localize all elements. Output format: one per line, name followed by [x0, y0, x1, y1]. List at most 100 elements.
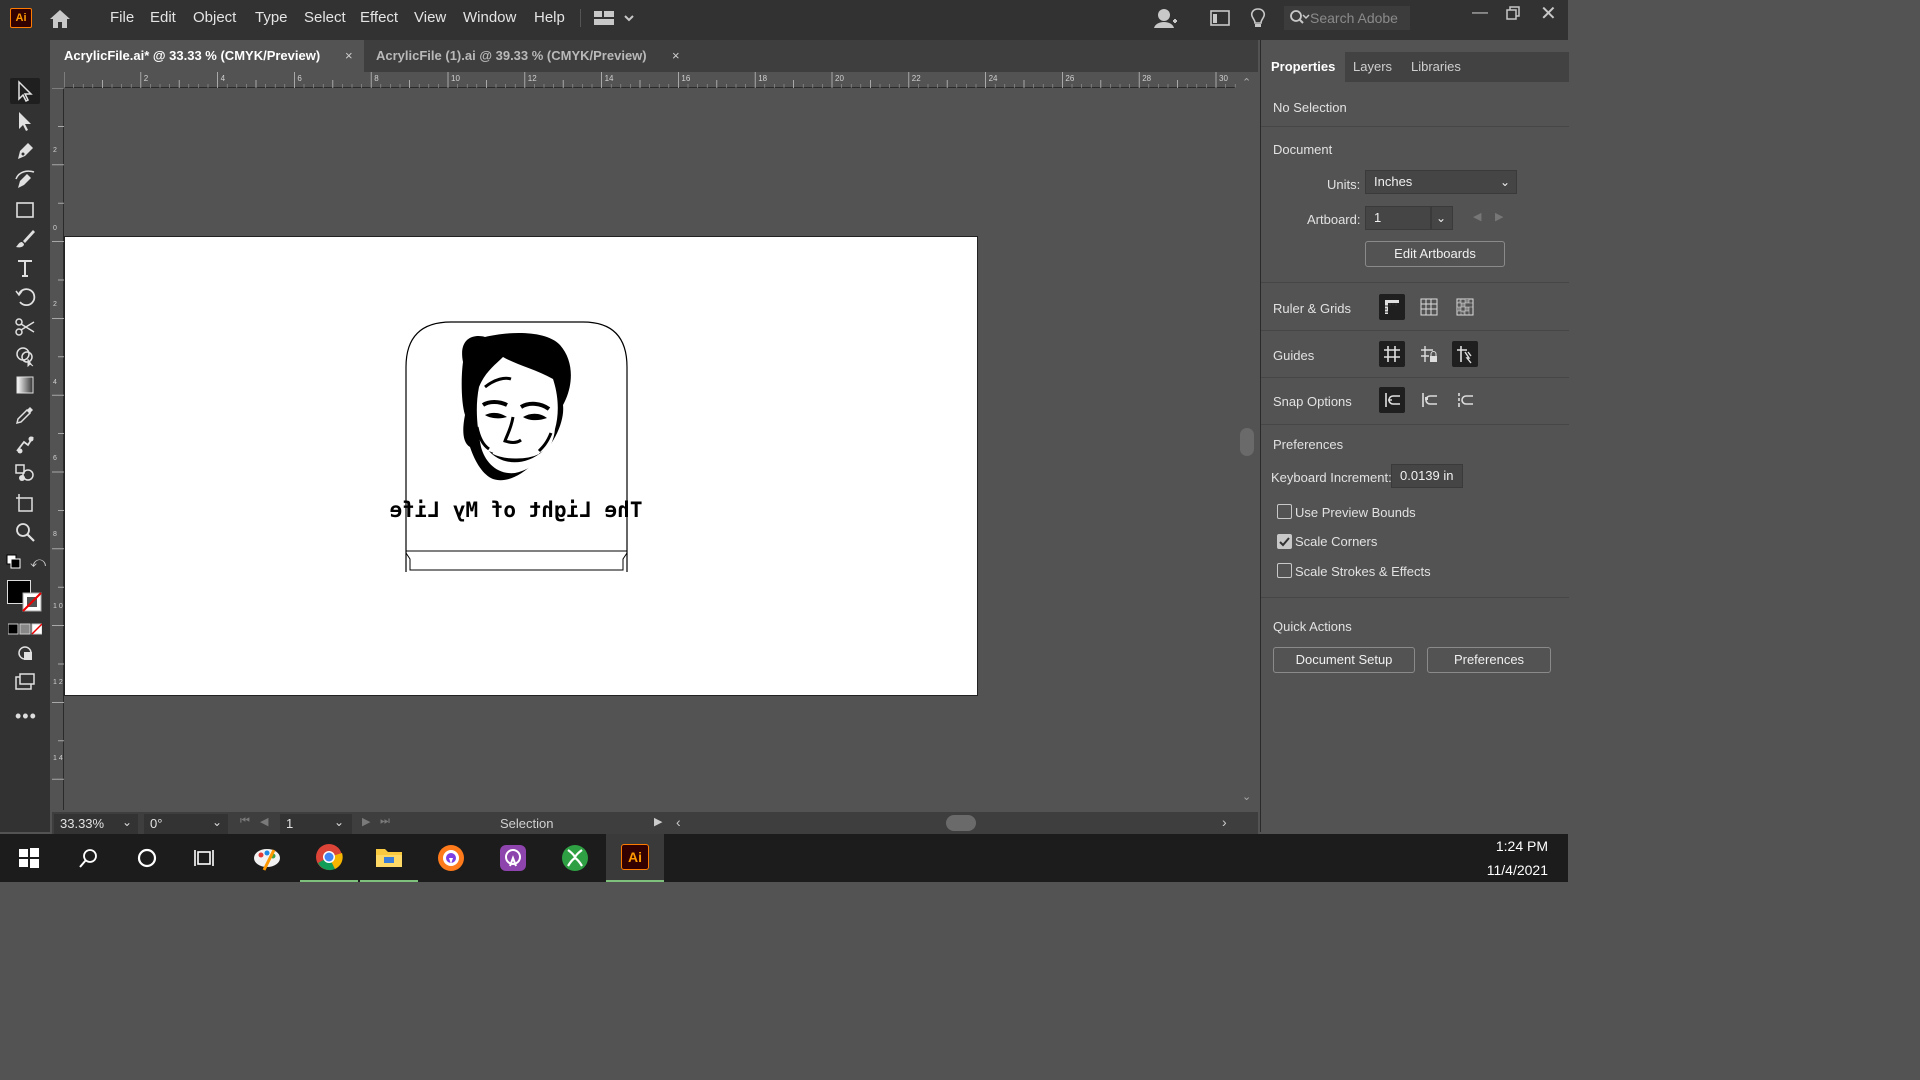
search-input[interactable]: Search Adobe He: [1284, 6, 1410, 50]
chevron-down-icon[interactable]: ⌄: [122, 815, 132, 829]
selection-tool-icon[interactable]: [10, 78, 40, 104]
artboard-field[interactable]: 1: [1365, 206, 1431, 230]
more-tools-icon[interactable]: •••: [15, 706, 37, 727]
menu-edit[interactable]: Edit: [150, 9, 176, 26]
symbol-sprayer-tool-icon[interactable]: [10, 460, 40, 486]
chevron-down-icon[interactable]: ⌄: [334, 815, 344, 829]
tab-close-icon[interactable]: ×: [672, 40, 680, 72]
paintbrush-tool-icon[interactable]: [10, 226, 40, 252]
snap-to-glyph-icon[interactable]: [1452, 387, 1478, 413]
rectangle-tool-icon[interactable]: [10, 197, 40, 223]
taskbar-time[interactable]: 1:24 PM: [1496, 838, 1548, 854]
edit-artboards-button[interactable]: Edit Artboards: [1365, 241, 1505, 267]
color-mode-icons[interactable]: [7, 622, 43, 640]
tab-close-icon[interactable]: ×: [345, 40, 353, 72]
draw-mode-icon[interactable]: [10, 640, 40, 666]
units-dropdown[interactable]: Inches ⌄: [1365, 170, 1517, 194]
tab-acrylicfile[interactable]: AcrylicFile.ai* @ 33.33 % (CMYK/Preview): [52, 40, 364, 72]
tab-layers[interactable]: Layers: [1343, 52, 1402, 82]
swap-colors-icon[interactable]: ⤺: [30, 554, 46, 571]
grid-icon[interactable]: [1416, 294, 1442, 320]
file-explorer-icon[interactable]: [360, 834, 418, 882]
arrange-documents-icon[interactable]: [1210, 10, 1230, 31]
next-artboard-icon[interactable]: ▶: [1495, 210, 1503, 223]
ruler-icon[interactable]: [1379, 294, 1405, 320]
artwork[interactable]: The Light of My Life: [65, 237, 979, 697]
search-icon[interactable]: [60, 834, 118, 882]
first-artboard-icon[interactable]: ⏮: [240, 815, 250, 828]
brave-browser-icon[interactable]: [422, 834, 480, 882]
document-setup-button[interactable]: Document Setup: [1273, 647, 1415, 673]
tab-acrylicfile-1[interactable]: AcrylicFile (1).ai @ 39.33 % (CMYK/Previ…: [364, 40, 690, 72]
minimize-icon[interactable]: —: [1472, 4, 1488, 22]
paint-app-icon[interactable]: [238, 834, 296, 882]
previous-artboard-icon[interactable]: ◀: [260, 815, 268, 828]
curvature-tool-icon[interactable]: [10, 167, 40, 193]
podcast-app-icon[interactable]: [484, 834, 542, 882]
eyedropper-tool-icon[interactable]: [10, 402, 40, 428]
scroll-left-icon[interactable]: ‹: [676, 814, 681, 830]
pen-tool-icon[interactable]: [10, 138, 40, 164]
vertical-scrollbar[interactable]: ⌃ ⌄: [1238, 72, 1256, 810]
smart-guides-icon[interactable]: [1452, 341, 1478, 367]
scroll-down-icon[interactable]: ⌄: [1242, 790, 1251, 803]
artboard-tool-icon[interactable]: [10, 490, 40, 516]
chevron-down-icon[interactable]: ⌄: [212, 815, 222, 829]
screen-mode-icon[interactable]: [10, 670, 40, 696]
artboard[interactable]: The Light of My Life: [64, 236, 978, 696]
scissors-tool-icon[interactable]: [10, 314, 40, 340]
illustrator-taskbar-icon[interactable]: Ai: [606, 834, 664, 882]
show-guides-icon[interactable]: [1379, 341, 1405, 367]
type-tool-icon[interactable]: [10, 255, 40, 281]
transparency-grid-icon[interactable]: [1452, 294, 1478, 320]
zoom-tool-icon[interactable]: [10, 519, 40, 545]
menu-help[interactable]: Help: [534, 9, 565, 26]
direct-selection-tool-icon[interactable]: [10, 108, 40, 134]
menu-type[interactable]: Type: [255, 9, 288, 26]
stroke-color-swatch[interactable]: [22, 592, 42, 617]
menu-object[interactable]: Object: [193, 9, 236, 26]
user-account-icon[interactable]: [1154, 7, 1178, 34]
ruler-label: 20: [835, 74, 844, 83]
shape-builder-tool-icon[interactable]: [10, 343, 40, 369]
home-icon[interactable]: [48, 8, 72, 35]
workspace-switcher-icon[interactable]: [594, 10, 636, 31]
keyboard-increment-field[interactable]: 0.0139 in: [1391, 464, 1463, 488]
default-colors-icon[interactable]: [6, 554, 22, 575]
menu-file[interactable]: File: [110, 9, 134, 26]
scroll-thumb[interactable]: [1240, 428, 1254, 456]
scale-corners-checkbox[interactable]: [1277, 534, 1292, 549]
cortana-icon[interactable]: [118, 834, 176, 882]
status-menu-icon[interactable]: ▶: [654, 815, 662, 828]
scroll-up-icon[interactable]: ⌃: [1242, 76, 1251, 89]
windows-start-icon[interactable]: [0, 834, 58, 882]
scroll-right-icon[interactable]: ›: [1222, 814, 1227, 830]
scale-strokes-effects-checkbox[interactable]: [1277, 563, 1292, 578]
snap-to-pixel-icon[interactable]: [1416, 387, 1442, 413]
lightbulb-icon[interactable]: [1250, 8, 1266, 33]
lock-guides-icon[interactable]: [1416, 341, 1442, 367]
previous-artboard-icon[interactable]: ◀: [1473, 210, 1481, 223]
menu-view[interactable]: View: [414, 9, 446, 26]
taskbar-date[interactable]: 11/4/2021: [1487, 862, 1548, 878]
xbox-icon[interactable]: [546, 834, 604, 882]
rotate-tool-icon[interactable]: [10, 284, 40, 310]
snap-to-point-icon[interactable]: [1379, 387, 1405, 413]
gradient-tool-icon[interactable]: [10, 372, 40, 398]
use-preview-bounds-checkbox[interactable]: [1277, 504, 1292, 519]
task-view-icon[interactable]: [176, 834, 234, 882]
next-artboard-icon[interactable]: ▶: [362, 815, 370, 828]
last-artboard-icon[interactable]: ⏭: [380, 815, 390, 828]
tab-properties[interactable]: Properties: [1261, 52, 1346, 82]
artboard-dropdown[interactable]: ⌄: [1431, 206, 1453, 230]
tab-libraries[interactable]: Libraries: [1401, 52, 1471, 82]
menu-select[interactable]: Select: [304, 9, 346, 26]
menu-window[interactable]: Window: [463, 9, 516, 26]
restore-icon[interactable]: [1506, 6, 1520, 25]
menu-effect[interactable]: Effect: [360, 9, 398, 26]
horizontal-scroll-thumb[interactable]: [946, 815, 976, 831]
blend-tool-icon[interactable]: [10, 431, 40, 457]
close-window-icon[interactable]: ✕: [1540, 1, 1557, 26]
chrome-icon[interactable]: [300, 834, 358, 882]
preferences-button[interactable]: Preferences: [1427, 647, 1551, 673]
